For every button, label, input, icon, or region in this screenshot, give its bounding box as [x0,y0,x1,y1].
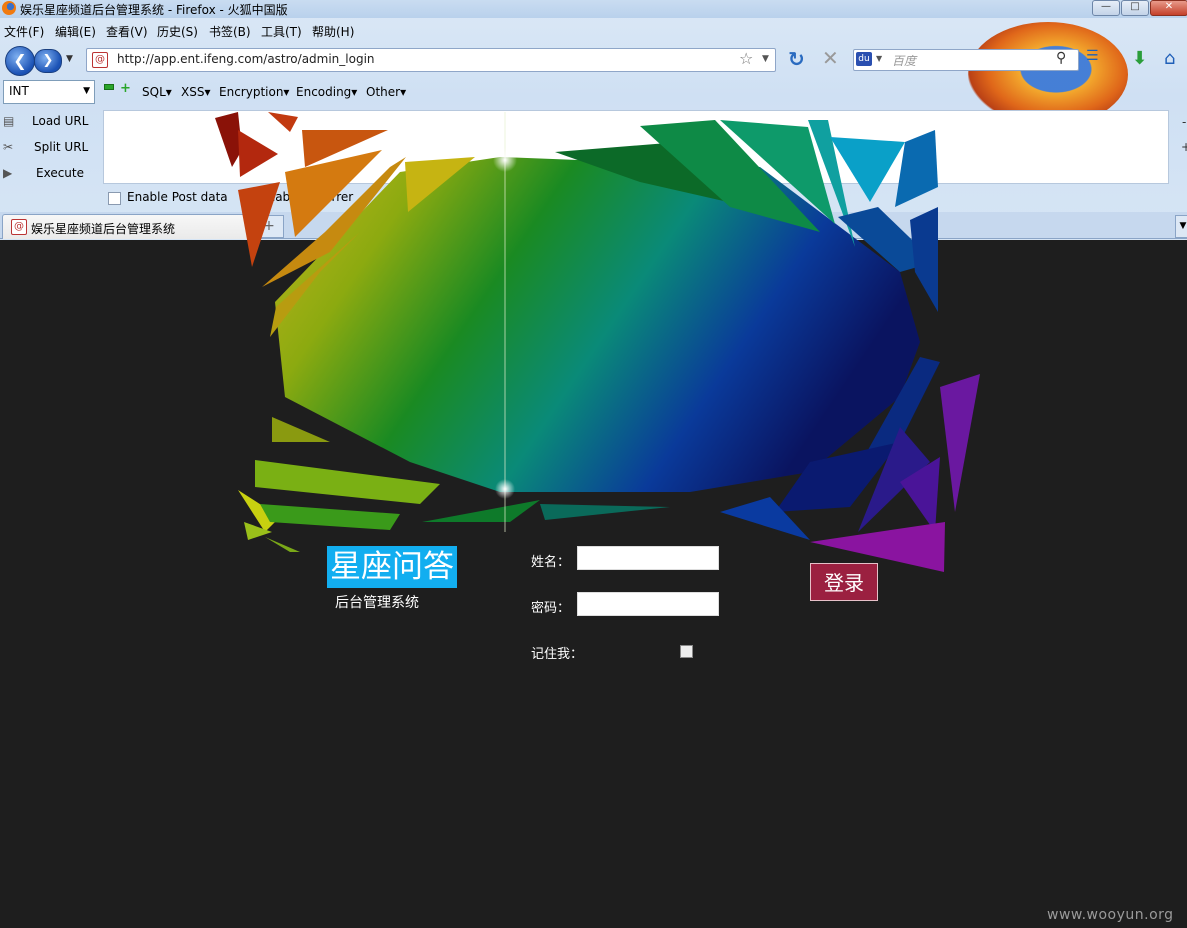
download-icon[interactable]: ⬇ [1132,48,1152,69]
bookmark-star-icon[interactable]: ☆ [739,49,753,68]
password-label: 密码： [531,601,571,616]
menu-help[interactable]: 帮助(H) [312,23,354,40]
shard [272,417,330,442]
remember-label: 记住我： [531,647,584,662]
decorative-shards-artwork [215,112,980,572]
shard [260,504,400,530]
name-label: 姓名： [531,555,571,570]
hackbar-expand-icon[interactable]: + [1181,140,1187,154]
hackbar-toolbar: INT ▼ + SQL▾ XSS▾ Encryption▾ Encoding▾ … [0,78,1187,106]
menu-history[interactable]: 历史(S) [157,23,198,40]
shard [540,504,670,520]
home-icon[interactable]: ⌂ [1164,48,1175,69]
shard [422,500,540,522]
minimize-button[interactable]: — [1092,0,1120,16]
site-favicon-icon: @ [92,52,108,68]
reload-icon[interactable]: ↻ [788,47,805,71]
load-url-icon: ▤ [3,114,15,128]
engine-dropdown-icon[interactable]: ▼ [876,54,882,63]
url-dropdown-icon[interactable]: ▼ [762,54,769,64]
hackbar-collapse-icon[interactable]: - [1182,115,1186,129]
hackbar-menu-xss[interactable]: XSS▾ [181,85,210,99]
menu-edit[interactable]: 编辑(E) [55,23,96,40]
split-url-label[interactable]: Split URL [34,140,88,154]
hackbar-menu-sql[interactable]: SQL▾ [142,85,172,99]
shard [910,207,938,312]
checkbox-icon[interactable] [108,192,121,205]
login-subtitle: 后台管理系统 [335,595,419,611]
hackbar-menu-encryption[interactable]: Encryption▾ [219,85,289,99]
hackbar-type-select[interactable]: INT ▼ [3,80,95,104]
increase-icon[interactable]: + [120,81,131,96]
login-button[interactable]: 登录 [810,563,878,601]
tab-list-dropdown-icon[interactable]: ▼ [1175,215,1187,238]
search-engine-icon[interactable]: du [856,52,872,66]
password-input[interactable] [577,592,719,616]
shard [265,537,300,552]
bookmarks-menu-icon[interactable]: ☰ [1086,48,1099,64]
firefox-icon [2,1,16,15]
shard [255,460,440,504]
maximize-button[interactable]: □ [1121,0,1149,16]
hackbar-actions: ▤ Load URL ✂ Split URL ▶ Execute [0,110,100,190]
site-favicon-icon: @ [11,219,27,235]
scissors-icon: ✂ [3,140,14,154]
url-text[interactable]: http://app.ent.ifeng.com/astro/admin_log… [117,52,375,66]
search-placeholder[interactable]: 百度 [892,52,916,69]
shard [238,182,280,267]
load-url-label[interactable]: Load URL [32,114,88,128]
shard [895,130,938,207]
play-icon: ▶ [3,166,13,180]
navigation-bar: ❮ ❯ ▼ @ http://app.ent.ifeng.com/astro/a… [0,44,1187,76]
chevron-down-icon: ▼ [83,86,90,96]
search-bar[interactable]: du ▼ 百度 ⚲ [853,49,1079,71]
back-button[interactable]: ❮ [5,46,35,76]
url-bar[interactable]: @ http://app.ent.ifeng.com/astro/admin_l… [86,48,776,72]
shard [940,374,980,512]
watermark: www.wooyun.org [1047,907,1174,923]
menu-file[interactable]: 文件(F) [4,23,44,40]
menu-tools[interactable]: 工具(T) [261,23,302,40]
tab-label[interactable]: 娱乐星座频道后台管理系统 [31,220,175,237]
shard [268,112,298,132]
glow-spot [493,148,517,172]
shard [238,130,278,177]
login-title: 星座问答 [327,546,457,588]
history-dropdown-icon[interactable]: ▼ [66,54,73,64]
title-bar: 娱乐星座频道后台管理系统 - Firefox - 火狐中国版 — □ ✕ [0,0,1187,18]
window-title: 娱乐星座频道后台管理系统 - Firefox - 火狐中国版 [20,3,288,17]
name-input[interactable] [577,546,719,570]
shard [215,112,242,167]
stop-icon[interactable]: ✕ [822,46,839,70]
menu-view[interactable]: 查看(V) [106,23,148,40]
decrease-icon[interactable] [104,84,114,90]
glow-spot [495,479,515,499]
search-icon[interactable]: ⚲ [1056,50,1066,66]
hackbar-menu-other[interactable]: Other▾ [366,85,406,99]
execute-label[interactable]: Execute [36,166,84,180]
menu-bookmarks[interactable]: 书签(B) [209,23,251,40]
hackbar-type-value: INT [9,84,29,98]
remember-checkbox[interactable] [680,645,693,658]
hackbar-menu-encoding[interactable]: Encoding▾ [296,85,357,99]
forward-button[interactable]: ❯ [34,49,62,73]
close-button[interactable]: ✕ [1150,0,1187,16]
